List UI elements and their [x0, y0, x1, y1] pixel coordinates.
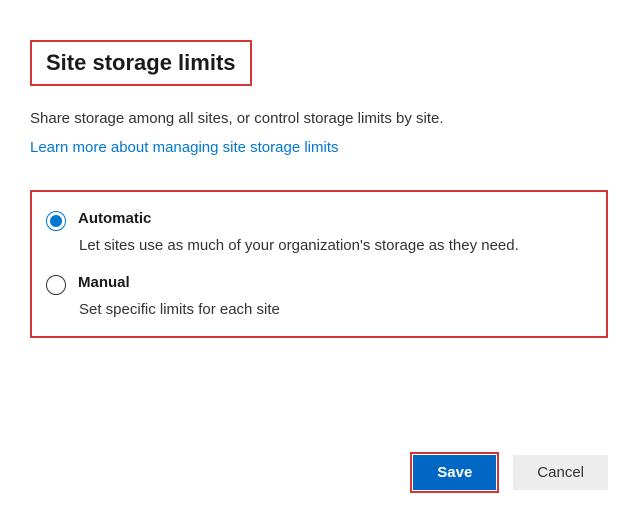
page-description: Share storage among all sites, or contro…	[30, 110, 608, 127]
save-highlight-box: Save	[410, 452, 499, 493]
save-button[interactable]: Save	[413, 455, 496, 490]
radio-option-manual[interactable]: Manual	[46, 274, 592, 295]
learn-more-link[interactable]: Learn more about managing site storage l…	[30, 139, 339, 156]
radio-label-manual: Manual	[78, 274, 130, 291]
button-row: Save Cancel	[410, 452, 608, 493]
title-highlight-box: Site storage limits	[30, 40, 252, 86]
options-highlight-box: Automatic Let sites use as much of your …	[30, 190, 608, 338]
radio-description-automatic: Let sites use as much of your organizati…	[79, 237, 592, 254]
page-title: Site storage limits	[46, 50, 236, 76]
radio-description-manual: Set specific limits for each site	[79, 301, 592, 318]
radio-option-automatic[interactable]: Automatic	[46, 210, 592, 231]
radio-dot-icon	[50, 215, 62, 227]
radio-icon	[46, 275, 66, 295]
radio-label-automatic: Automatic	[78, 210, 151, 227]
cancel-button[interactable]: Cancel	[513, 455, 608, 490]
radio-icon	[46, 211, 66, 231]
